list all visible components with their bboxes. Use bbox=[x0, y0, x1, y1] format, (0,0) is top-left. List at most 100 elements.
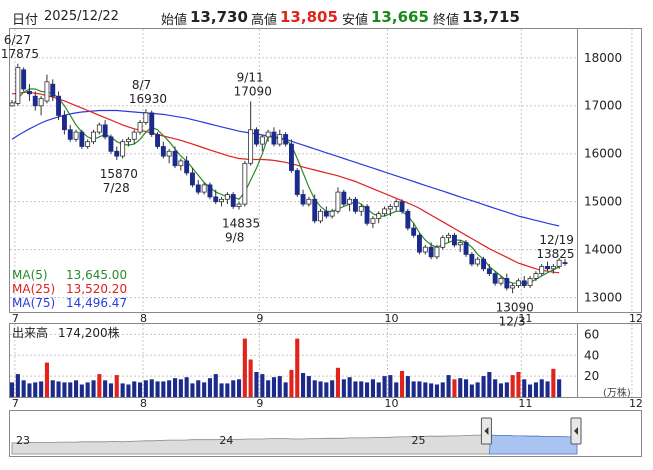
month-label: 12 bbox=[629, 397, 643, 410]
annotation-value: 17090 bbox=[234, 84, 272, 98]
candle-body bbox=[108, 136, 114, 152]
volume-bar bbox=[301, 373, 306, 397]
volume-bar bbox=[429, 383, 434, 397]
candle-body bbox=[411, 227, 417, 236]
candle-body bbox=[481, 258, 486, 270]
candle-body bbox=[73, 131, 79, 140]
volume-bar bbox=[400, 370, 405, 397]
annotation-value: 17875 bbox=[1, 47, 39, 61]
annotation-date: 12/19 bbox=[539, 233, 574, 247]
candle-body bbox=[149, 112, 155, 135]
month-label: 10 bbox=[384, 397, 398, 410]
volume-bar bbox=[213, 374, 218, 397]
ma75-line bbox=[11, 109, 560, 227]
volume-bar bbox=[155, 381, 160, 397]
volume-bar bbox=[539, 379, 544, 397]
volume-bar bbox=[108, 383, 113, 397]
candle-body bbox=[440, 237, 446, 248]
volume-bar bbox=[120, 383, 125, 397]
volume-bar bbox=[446, 375, 451, 397]
candle-body bbox=[236, 203, 242, 207]
volume-bar bbox=[551, 368, 556, 397]
volume-bar bbox=[21, 380, 26, 397]
candle-body bbox=[434, 246, 440, 258]
candle-body bbox=[323, 210, 329, 217]
candle-body bbox=[120, 141, 126, 157]
volume-bar bbox=[365, 382, 370, 397]
volume-bar bbox=[114, 375, 119, 397]
volume-bar bbox=[231, 380, 236, 397]
ma25-value: 13,520.20 bbox=[66, 282, 128, 296]
volume-bar bbox=[394, 382, 399, 397]
volume-bar bbox=[190, 383, 195, 397]
annotation-value: 13825 bbox=[536, 247, 574, 261]
volume-bar bbox=[15, 374, 20, 397]
volume-bar bbox=[458, 378, 463, 397]
volume-bar bbox=[533, 382, 538, 397]
candle-body bbox=[213, 196, 219, 203]
volume-bars bbox=[10, 338, 562, 397]
candle-body bbox=[539, 265, 545, 274]
candle-body bbox=[329, 210, 335, 217]
candle-body bbox=[230, 194, 236, 207]
candle-body bbox=[143, 112, 149, 123]
stock-chart-window: 日付 2025/12/22 始値 13,730 高値 13,805 安値 13,… bbox=[0, 0, 653, 470]
volume-bar bbox=[277, 376, 282, 397]
candle-body bbox=[248, 129, 254, 164]
candle-body bbox=[376, 213, 382, 219]
month-label: 11 bbox=[518, 397, 532, 410]
volume-bar bbox=[510, 375, 515, 397]
volume-title: 出来高 bbox=[12, 326, 49, 340]
candle-body bbox=[550, 265, 556, 270]
candle-body bbox=[85, 141, 91, 147]
candle-body bbox=[219, 198, 224, 203]
annotation-value: 14835 bbox=[222, 217, 260, 231]
price-tick-label: 18000 bbox=[584, 51, 622, 65]
volume-bar bbox=[161, 381, 166, 397]
volume-bar bbox=[27, 383, 32, 397]
annotation-date: 9/8 bbox=[225, 231, 244, 245]
candle-body bbox=[306, 198, 312, 205]
candle-body bbox=[451, 234, 457, 246]
candle-body bbox=[504, 277, 510, 289]
volume-bar bbox=[388, 375, 393, 397]
volume-bar bbox=[452, 379, 457, 397]
volume-bar bbox=[132, 381, 137, 397]
volume-bar bbox=[440, 382, 445, 397]
candle-body bbox=[393, 201, 399, 207]
candle-body bbox=[32, 95, 38, 107]
candle-body bbox=[102, 124, 108, 138]
volume-bar bbox=[260, 374, 265, 397]
candle-body bbox=[521, 280, 527, 286]
month-label: 9 bbox=[256, 397, 263, 410]
volume-bar bbox=[347, 377, 352, 397]
candle-body bbox=[259, 136, 265, 145]
candle-body bbox=[172, 150, 178, 167]
candle-body bbox=[562, 262, 568, 265]
candle-body bbox=[556, 259, 562, 267]
price-axis: 13000 14000 15000 16000 17000 18000 bbox=[584, 51, 622, 305]
volume-bar bbox=[318, 381, 323, 397]
annotation-date: 7/28 bbox=[103, 181, 130, 195]
volume-bar bbox=[237, 379, 242, 397]
volume-bar bbox=[359, 381, 364, 397]
volume-bar bbox=[283, 382, 288, 397]
volume-unit: (万株) bbox=[603, 388, 631, 399]
volume-bar bbox=[295, 338, 300, 397]
volume-bar bbox=[324, 382, 329, 397]
volume-bar bbox=[498, 383, 503, 397]
candle-body bbox=[9, 102, 15, 107]
volume-bar bbox=[33, 382, 38, 397]
month-label: 8 bbox=[140, 312, 147, 325]
volume-bar bbox=[44, 362, 49, 397]
volume-bar bbox=[68, 382, 73, 397]
candle-body bbox=[50, 83, 56, 97]
navigator[interactable]: 23 24 25 bbox=[11, 417, 582, 455]
volume-bar bbox=[97, 374, 102, 397]
volume-bar bbox=[335, 367, 340, 397]
candle-body bbox=[67, 129, 73, 140]
candle-body bbox=[26, 91, 32, 95]
candle-body bbox=[207, 184, 213, 198]
volume-tick-label: 40 bbox=[584, 348, 599, 362]
volume-bar bbox=[516, 372, 521, 397]
